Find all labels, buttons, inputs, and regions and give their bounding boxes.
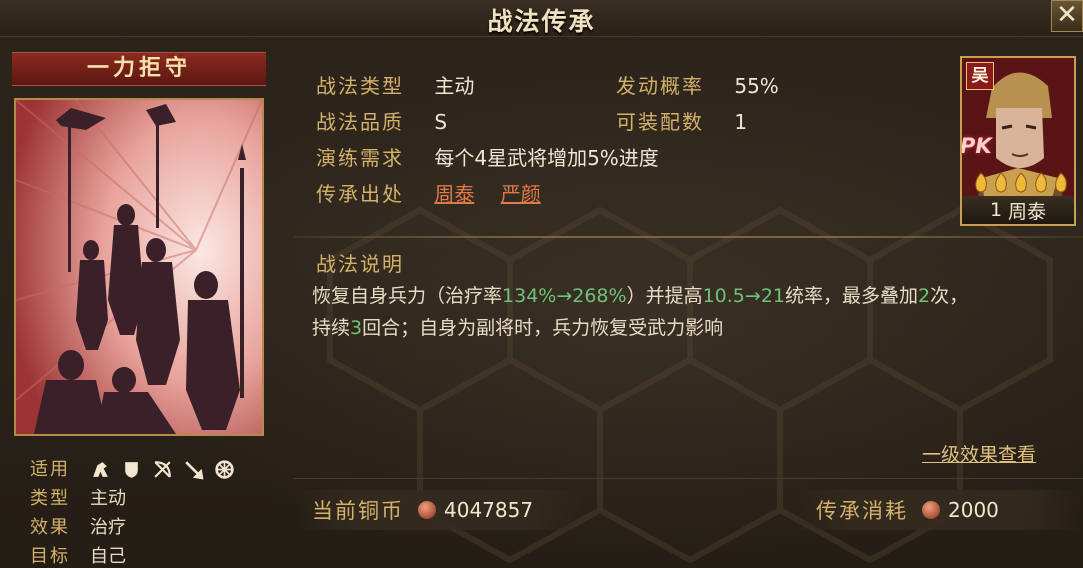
rate-label: 发动概率 xyxy=(616,74,704,98)
info-row-slots: 可装配数 1 xyxy=(616,106,747,135)
current-coins: 当前铜币 4047857 xyxy=(294,490,584,530)
section-divider xyxy=(294,236,1083,238)
shield-icon xyxy=(125,462,138,478)
desc-heal-rate: 134%→268% xyxy=(502,285,627,307)
description-text: 恢复自身兵力（治疗率134%→268%）并提高10.5→21统率，最多叠加2次，… xyxy=(312,280,1052,344)
tag-effect-label: 效果 xyxy=(30,517,70,538)
faction-badge: 吴 xyxy=(966,62,994,90)
apply-icons xyxy=(90,459,235,480)
drill-value: 每个4星武将增加5%进度 xyxy=(434,146,659,170)
desc-stack-count: 2 xyxy=(918,285,931,307)
desc-text-3: 统率，最多叠加 xyxy=(785,285,919,307)
soldiers-illustration xyxy=(16,100,262,434)
star-icon xyxy=(1035,172,1047,193)
source-label: 传承出处 xyxy=(316,182,404,206)
tag-effect-value: 治疗 xyxy=(90,517,126,538)
info-row-source: 传承出处 周泰 严颜 xyxy=(316,178,541,207)
rate-value: 55% xyxy=(734,74,779,98)
type-label: 战法类型 xyxy=(316,74,404,98)
wheel-icon xyxy=(215,460,234,479)
info-row-type: 战法类型 主动 xyxy=(316,70,474,99)
coins-label: 当前铜币 xyxy=(312,499,404,523)
general-level-name: 1 周泰 xyxy=(962,196,1074,224)
tag-apply-row: 适用 xyxy=(30,455,235,484)
desc-text-2: ）并提高 xyxy=(626,285,703,307)
star-icon xyxy=(975,172,987,193)
general-level: 1 xyxy=(989,199,1003,221)
skill-tags: 适用 类型 主动 效果 治疗 目标 自己 xyxy=(30,455,235,568)
tag-target-label: 目标 xyxy=(30,546,70,567)
tag-target-row: 目标 自己 xyxy=(30,542,235,568)
cost-value: 2000 xyxy=(948,498,999,522)
skill-name-banner: 一力拒守 xyxy=(12,52,266,86)
skill-card-art xyxy=(14,98,264,436)
coins-value: 4047857 xyxy=(444,498,534,522)
desc-duration: 3 xyxy=(350,317,363,339)
quality-label: 战法品质 xyxy=(316,110,404,134)
close-button[interactable]: ✕ xyxy=(1051,0,1083,32)
general-name: 周泰 xyxy=(1008,200,1047,223)
desc-text-1: 恢复自身兵力（治疗率 xyxy=(312,285,503,307)
inherit-cost: 传承消耗 2000 xyxy=(794,490,1083,530)
source-link-zhoutai[interactable]: 周泰 xyxy=(434,182,474,206)
drill-label: 演练需求 xyxy=(316,146,404,170)
info-row-quality: 战法品质 S xyxy=(316,106,447,135)
footer-bar: 当前铜币 4047857 传承消耗 2000 xyxy=(294,488,1083,532)
info-row-rate: 发动概率 55% xyxy=(616,70,779,99)
desc-text-6: 回合；自身为副将时，兵力恢复受武力影响 xyxy=(362,317,724,339)
tag-type-label: 类型 xyxy=(30,488,70,509)
description-title: 战法说明 xyxy=(316,252,404,276)
copper-coin-icon xyxy=(922,501,940,519)
cavalry-icon xyxy=(93,462,108,477)
general-portrait[interactable]: 吴 PK 1 周泰 xyxy=(960,56,1076,226)
window-title: 战法传承 xyxy=(487,7,596,36)
star-icon xyxy=(1055,172,1067,193)
tag-type-row: 类型 主动 xyxy=(30,484,235,513)
spear-icon xyxy=(185,461,204,480)
title-bar: 战法传承 ✕ xyxy=(0,0,1083,37)
quality-value: S xyxy=(434,110,448,134)
desc-text-4: 次， xyxy=(930,285,969,307)
desc-command-value: 10.5→21 xyxy=(702,285,785,307)
star-icon xyxy=(995,172,1007,193)
info-row-drill: 演练需求 每个4星武将增加5%进度 xyxy=(316,142,659,171)
level-one-effect-link[interactable]: 一级效果查看 xyxy=(922,440,1036,467)
tag-effect-row: 效果 治疗 xyxy=(30,513,235,542)
tactic-inherit-window: 战法传承 ✕ 一力拒守 适用 类型 主动 效果 治疗 目标 自己 战法类型 主动… xyxy=(0,0,1083,568)
tag-apply-label: 适用 xyxy=(30,459,70,480)
pk-badge: PK xyxy=(960,134,992,158)
star-rating xyxy=(972,172,1070,194)
bow-icon xyxy=(154,461,171,478)
star-icon xyxy=(1015,172,1027,193)
tag-type-value: 主动 xyxy=(90,488,126,509)
slots-value: 1 xyxy=(734,110,748,134)
tag-target-value: 自己 xyxy=(90,546,126,567)
source-link-yanyan[interactable]: 严颜 xyxy=(501,182,541,206)
cost-label: 传承消耗 xyxy=(816,499,908,523)
copper-coin-icon xyxy=(418,501,436,519)
desc-text-5: 持续 xyxy=(312,317,351,339)
slots-label: 可装配数 xyxy=(616,110,704,134)
footer-divider xyxy=(294,478,1083,479)
type-value: 主动 xyxy=(434,74,475,98)
